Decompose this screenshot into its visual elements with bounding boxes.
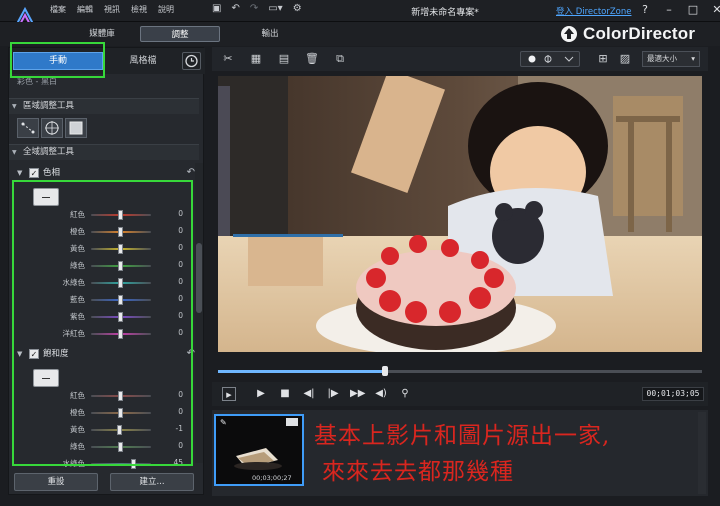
annotation-text-line-1: 基本上影片和圖片源出一家, (314, 423, 611, 449)
timeline-progress (218, 370, 385, 373)
clip-duration: 00;03;00;27 (252, 474, 292, 482)
highlight-box-manual-tab (10, 42, 105, 78)
title-bar: 檔案 編輯 視訊 檢視 說明 ▣ ↶ ↷ ▭▾ ⚙ 新增未命名專案* 登入 Di… (0, 0, 720, 34)
previous-frame-icon[interactable]: ◀| (302, 387, 316, 401)
login-directorzone-link[interactable]: 登入 DirectorZone (556, 5, 632, 17)
tab-library[interactable]: 媒體庫 (70, 26, 134, 42)
play-icon[interactable]: ▶ (254, 387, 268, 401)
chevron-down-icon: ▼ (17, 169, 23, 177)
fullscreen-icon[interactable]: ⊞ (595, 52, 611, 66)
rotate-icon[interactable]: ⧉ (332, 52, 348, 66)
keyframe-icon[interactable]: ▦ (248, 52, 264, 66)
history-tab[interactable] (182, 52, 201, 70)
clock-icon (185, 54, 198, 68)
window-controls: ? – □ ✕ (636, 2, 720, 18)
radial-mask-button[interactable] (41, 118, 63, 138)
split-icon[interactable]: ▤ (276, 52, 292, 66)
region-tools-header[interactable]: 區域調整工具 (9, 98, 199, 114)
preview-mode-icon[interactable]: ▶ (222, 387, 236, 401)
create-preset-button[interactable]: 建立... (110, 473, 194, 491)
brush-mask-button[interactable] (65, 118, 87, 138)
brand-logo-icon (561, 26, 577, 42)
filmstrip-scrollbar[interactable] (698, 412, 706, 494)
panel-scrollbar[interactable] (195, 163, 203, 463)
close-button[interactable]: ✕ (708, 2, 720, 18)
snapshot-icon[interactable]: ▨ (617, 52, 633, 66)
brand: ColorDirector (560, 23, 695, 45)
region-tool-buttons (17, 118, 87, 138)
playback-controls: ▶ ▶ ■ ◀| |▶ ▶▶ ◀) ⚲ 00;01;03;05 (212, 382, 708, 406)
chevron-down-icon: ▾ (691, 54, 695, 63)
hue-group-title: 色相 (43, 168, 61, 178)
tab-style-presets[interactable]: 風格檔 (109, 52, 177, 70)
hue-reset-icon[interactable]: ↶ (187, 165, 195, 181)
brand-name: ColorDirector (583, 24, 696, 43)
panel-footer: 重設 建立... (8, 470, 204, 496)
mode-bar: 媒體庫 調整 輸出 ColorDirector (0, 22, 720, 46)
tab-adjust[interactable]: 調整 (140, 26, 220, 42)
tab-output[interactable]: 輸出 (238, 26, 302, 42)
crop-icon[interactable]: ✂ (220, 52, 236, 66)
gradient-mask-icon (21, 122, 35, 134)
volume-icon[interactable]: ◀) (374, 387, 388, 401)
next-frame-icon[interactable]: |▶ (326, 387, 340, 401)
maximize-button[interactable]: □ (684, 2, 702, 18)
compare-icon (528, 55, 574, 63)
compare-view-toggle[interactable] (520, 51, 580, 67)
reset-button[interactable]: 重設 (14, 473, 98, 491)
help-button[interactable]: ? (636, 2, 654, 18)
snapshot-capture-icon[interactable]: ⚲ (398, 387, 412, 401)
radial-mask-icon (45, 121, 59, 135)
edit-toolbar: ✂ ▦ ▤ 🗑 ⧉ ⊞ ▨ 最適大小 ▾ (212, 47, 708, 71)
clip-thumbnail[interactable]: ✎ 00;03;00;27 (214, 414, 304, 486)
preview-frame (218, 76, 702, 352)
fast-forward-icon[interactable]: ▶▶ (350, 387, 365, 401)
timeline-slider[interactable] (218, 366, 702, 376)
panel-scrollbar-thumb[interactable] (196, 243, 202, 313)
video-preview[interactable] (218, 76, 702, 352)
gradient-mask-button[interactable] (17, 118, 39, 138)
pen-icon: ✎ (220, 418, 227, 427)
zoom-select[interactable]: 最適大小 ▾ (642, 51, 700, 67)
delete-icon[interactable]: 🗑 (304, 52, 320, 66)
highlight-box-sliders (12, 180, 193, 466)
timeline-handle[interactable] (381, 366, 388, 376)
brush-mask-icon (69, 121, 83, 135)
timecode-display: 00;01;03;05 (642, 387, 704, 401)
annotation-text-line-2: 來來去去都那幾種 (322, 459, 514, 485)
hue-checkbox[interactable]: ✓ (29, 168, 39, 178)
minimize-button[interactable]: – (660, 2, 678, 18)
global-tools-header[interactable]: 全域調整工具 (9, 144, 199, 160)
film-icon (286, 418, 298, 426)
hue-group-header[interactable]: ▼ ✓ 色相 ↶ (17, 165, 199, 181)
zoom-select-value: 最適大小 (647, 54, 677, 63)
stop-icon[interactable]: ■ (278, 387, 292, 401)
